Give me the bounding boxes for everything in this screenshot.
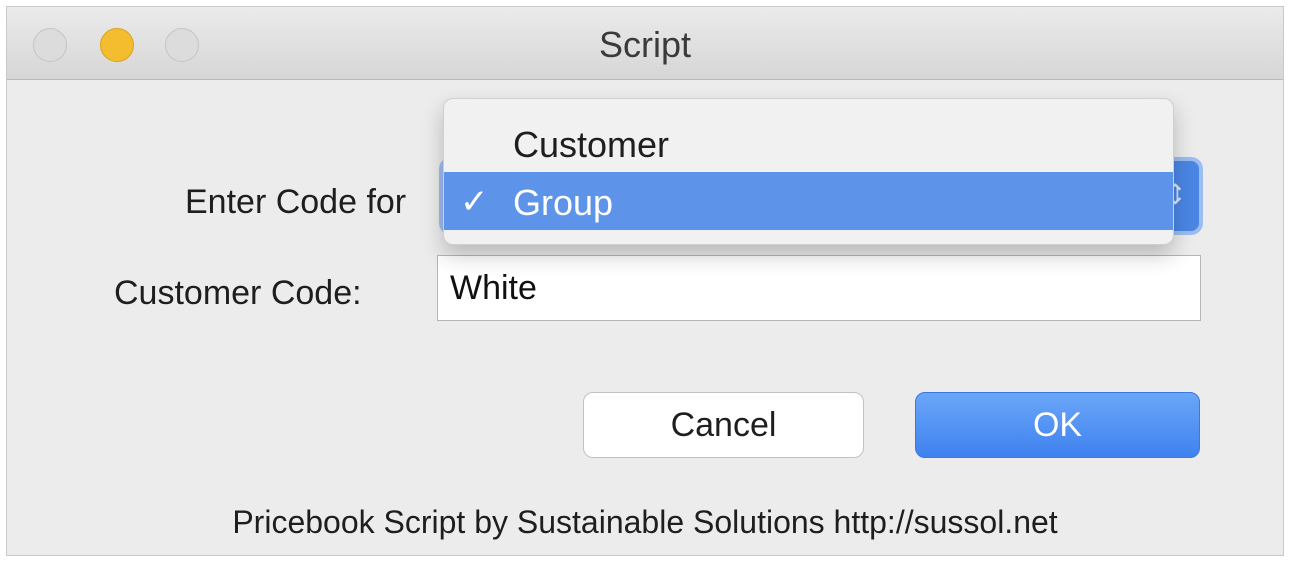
customer-code-field[interactable]: White <box>437 255 1201 321</box>
menu-item-group[interactable]: ✓ Group <box>444 172 1173 230</box>
checkmark-icon: ✓ <box>460 183 489 221</box>
footer-credit: Pricebook Script by Sustainable Solution… <box>232 504 1058 540</box>
cancel-button[interactable]: Cancel <box>583 392 864 458</box>
ok-button[interactable]: OK <box>915 392 1200 458</box>
enter-code-for-label: Enter Code for <box>185 183 407 221</box>
title-bar[interactable]: Script <box>7 7 1283 80</box>
script-dialog-window: Script Enter Code for ⇕ Customer Code: W… <box>6 6 1284 556</box>
customer-code-value: White <box>450 269 537 307</box>
code-type-dropdown-menu: Customer ✓ Group <box>443 98 1174 245</box>
window-title: Script <box>598 24 692 65</box>
menu-item-customer-label: Customer <box>513 124 670 165</box>
menu-item-customer[interactable]: Customer <box>444 114 1173 172</box>
menu-item-group-label: Group <box>513 182 614 223</box>
customer-code-label: Customer Code: <box>114 274 362 312</box>
